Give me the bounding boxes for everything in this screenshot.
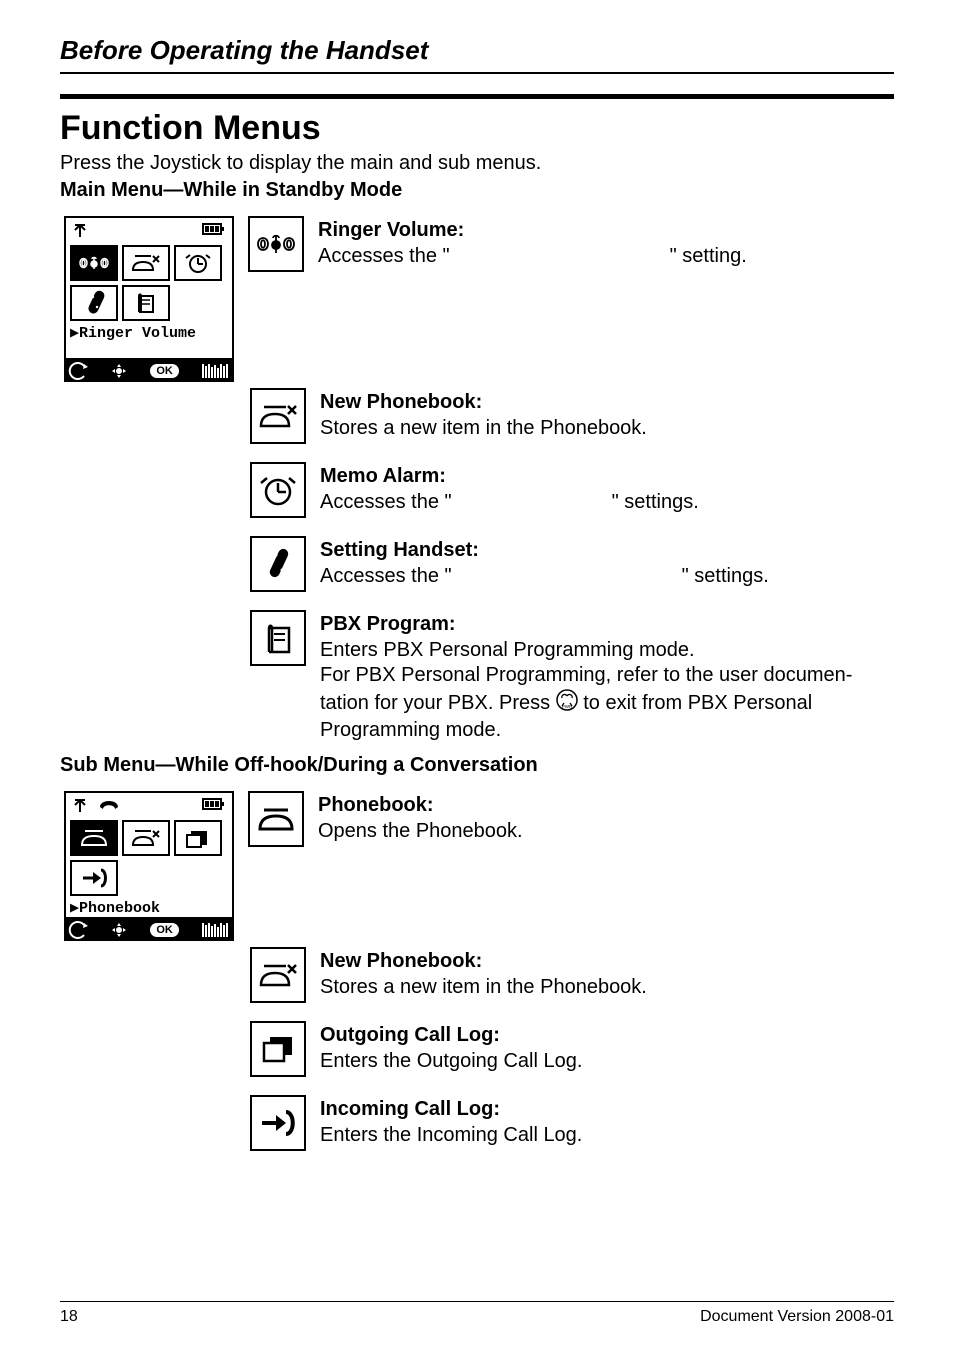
main-menu-row-2: New Phonebook: Stores a new item in the … bbox=[250, 388, 894, 444]
sub-menu-row-2: New Phonebook: Stores a new item in the … bbox=[250, 947, 894, 1003]
grid-ringer-volume bbox=[70, 245, 118, 281]
phonebook-desc: Opens the Phonebook. bbox=[318, 820, 523, 842]
nav-icon bbox=[111, 922, 127, 938]
memo-alarm-label: Memo Alarm: bbox=[320, 465, 446, 487]
pbx-program-text: PBX Program: Enters PBX Personal Program… bbox=[320, 610, 894, 744]
ok-softkey: OK bbox=[150, 923, 179, 937]
outgoing-call-log-icon bbox=[250, 1021, 306, 1077]
sh-suf: " settings. bbox=[682, 565, 769, 587]
pbx-desc-4: Programming mode. bbox=[320, 719, 501, 741]
phonebook-text: Phonebook: Opens the Phonebook. bbox=[318, 791, 894, 844]
sub-menu-heading: Sub Menu—While Off-hook/During a Convers… bbox=[60, 754, 894, 777]
grid-new-phonebook-sub bbox=[122, 820, 170, 856]
ringer-volume-text: Ringer Volume: Accesses the " " setting. bbox=[318, 216, 894, 269]
section-header: Before Operating the Handset bbox=[60, 35, 894, 74]
ringer-volume-label: Ringer Volume: bbox=[318, 219, 464, 241]
ma-pre: Accesses the " bbox=[320, 491, 452, 513]
incoming-desc: Enters the Incoming Call Log. bbox=[320, 1124, 582, 1146]
main-menu-row-5: PBX Program: Enters PBX Personal Program… bbox=[250, 610, 894, 744]
off-hook-icon bbox=[98, 797, 120, 818]
sub-menu-row-3: Outgoing Call Log: Enters the Outgoing C… bbox=[250, 1021, 894, 1077]
grid-phonebook bbox=[70, 820, 118, 856]
footer: 18 Document Version 2008-01 bbox=[60, 1301, 894, 1326]
softkey-bar-sub: OK bbox=[64, 919, 234, 941]
sh-pre: Accesses the " bbox=[320, 565, 452, 587]
setting-handset-desc: Accesses the " " settings. bbox=[320, 565, 769, 587]
pbx-program-label: PBX Program: bbox=[320, 613, 456, 635]
rv-pre: Accesses the " bbox=[318, 245, 450, 267]
softkey-bar: OK bbox=[64, 360, 234, 382]
incoming-label: Incoming Call Log: bbox=[320, 1098, 500, 1120]
pbx-desc-3b: to exit from PBX Personal bbox=[583, 692, 812, 714]
handset-screen-main: ▶Ringer Volume OK bbox=[64, 216, 234, 382]
back-icon bbox=[70, 364, 88, 378]
page: Before Operating the Handset Function Me… bbox=[0, 0, 954, 1352]
outgoing-desc: Enters the Outgoing Call Log. bbox=[320, 1050, 582, 1072]
battery-icon bbox=[202, 222, 226, 243]
main-menu-row-1: ▶Ringer Volume OK Ringer Volume: bbox=[64, 216, 894, 382]
memo-alarm-icon bbox=[250, 462, 306, 518]
bars-icon bbox=[202, 364, 228, 378]
setting-handset-label: Setting Handset: bbox=[320, 539, 479, 561]
incoming-call-log-icon bbox=[250, 1095, 306, 1151]
main-icon-grid bbox=[66, 243, 232, 323]
setting-handset-icon bbox=[250, 536, 306, 592]
intro-text: Press the Joystick to display the main a… bbox=[60, 152, 894, 175]
pbx-program-icon bbox=[250, 610, 306, 666]
memo-alarm-text: Memo Alarm: Accesses the " " settings. bbox=[320, 462, 894, 515]
pbx-desc-2: For PBX Personal Programming, refer to t… bbox=[320, 664, 852, 686]
phonebook-label: Phonebook: bbox=[318, 794, 434, 816]
ok-softkey: OK bbox=[150, 364, 179, 378]
page-title: Function Menus bbox=[60, 109, 894, 148]
nav-icon bbox=[111, 363, 127, 379]
memo-alarm-desc: Accesses the " " settings. bbox=[320, 491, 699, 513]
main-menu-heading: Main Menu—While in Standby Mode bbox=[60, 179, 894, 202]
setting-handset-text: Setting Handset: Accesses the " " setting… bbox=[320, 536, 894, 589]
rv-suf: " setting. bbox=[670, 245, 747, 267]
sub-icon-grid bbox=[66, 818, 232, 898]
outgoing-label: Outgoing Call Log: bbox=[320, 1024, 500, 1046]
new-phonebook-sub-text: New Phonebook: Stores a new item in the … bbox=[320, 947, 894, 1000]
new-phonebook-text: New Phonebook: Stores a new item in the … bbox=[320, 388, 894, 441]
ringer-volume-icon bbox=[248, 216, 304, 272]
bars-icon bbox=[202, 923, 228, 937]
new-phonebook-icon bbox=[250, 947, 306, 1003]
grid-pbx-program bbox=[122, 285, 170, 321]
grid-setting-handset bbox=[70, 285, 118, 321]
new-phonebook-sub-desc: Stores a new item in the Phonebook. bbox=[320, 976, 647, 998]
grid-new-phonebook bbox=[122, 245, 170, 281]
phonebook-icon bbox=[248, 791, 304, 847]
pbx-desc-3a: tation for your PBX. Press bbox=[320, 692, 556, 714]
sub-menu-row-1: ▶Phonebook OK Phonebook: Opens the Phone… bbox=[64, 791, 894, 941]
antenna-icon bbox=[72, 222, 88, 243]
svg-text:PWR: PWR bbox=[561, 704, 572, 709]
sub-menu-row-4: Incoming Call Log: Enters the Incoming C… bbox=[250, 1095, 894, 1151]
new-phonebook-label: New Phonebook: bbox=[320, 391, 482, 413]
grid-incoming bbox=[70, 860, 118, 896]
handset-screen-sub: ▶Phonebook OK bbox=[64, 791, 234, 941]
main-menu-row-4: Setting Handset: Accesses the " " setting… bbox=[250, 536, 894, 592]
status-row bbox=[66, 218, 232, 243]
grid-memo-alarm bbox=[174, 245, 222, 281]
page-number: 18 bbox=[60, 1308, 78, 1326]
screen-label-main: ▶Ringer Volume bbox=[66, 323, 232, 342]
new-phonebook-sub-label: New Phonebook: bbox=[320, 950, 482, 972]
outgoing-text: Outgoing Call Log: Enters the Outgoing C… bbox=[320, 1021, 894, 1074]
new-phonebook-icon bbox=[250, 388, 306, 444]
screen-label-sub: ▶Phonebook bbox=[66, 898, 232, 917]
doc-version: Document Version 2008-01 bbox=[700, 1308, 894, 1326]
status-row-sub bbox=[66, 793, 232, 818]
main-menu-row-3: Memo Alarm: Accesses the " " settings. bbox=[250, 462, 894, 518]
pbx-desc-1: Enters PBX Personal Programming mode. bbox=[320, 639, 695, 661]
back-icon bbox=[70, 923, 88, 937]
thick-rule bbox=[60, 94, 894, 99]
ringer-volume-desc: Accesses the " " setting. bbox=[318, 245, 747, 267]
antenna-icon bbox=[72, 797, 88, 818]
grid-outgoing bbox=[174, 820, 222, 856]
battery-icon bbox=[202, 797, 226, 818]
ma-suf: " settings. bbox=[612, 491, 699, 513]
power-key-icon: PWR bbox=[556, 689, 578, 719]
new-phonebook-desc: Stores a new item in the Phonebook. bbox=[320, 417, 647, 439]
incoming-text: Incoming Call Log: Enters the Incoming C… bbox=[320, 1095, 894, 1148]
